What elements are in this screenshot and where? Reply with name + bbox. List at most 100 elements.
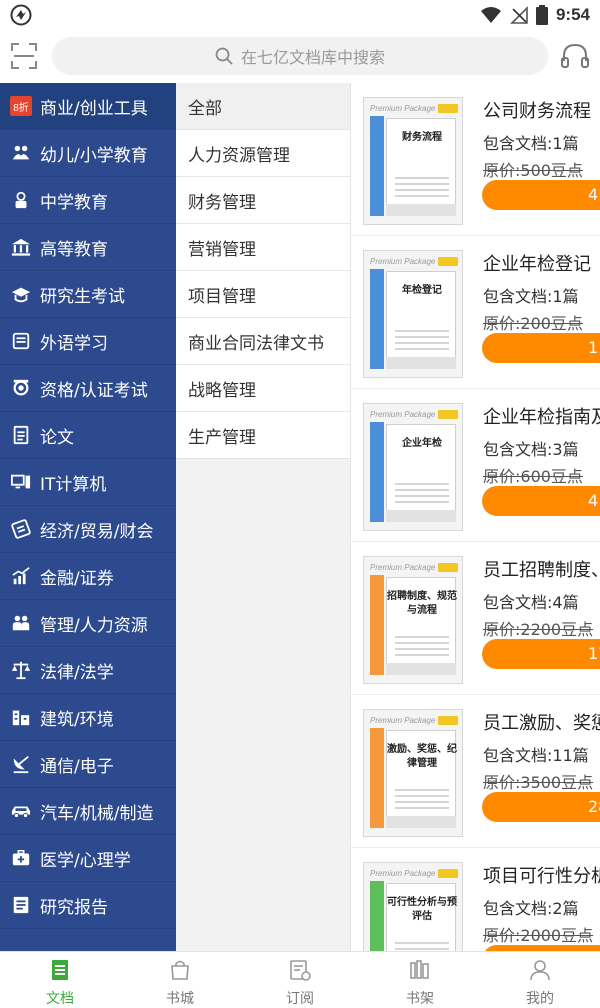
medical-kit-icon	[10, 847, 32, 869]
category-item[interactable]: 通信/电子	[0, 741, 176, 788]
calculator-icon	[10, 518, 32, 540]
category-item[interactable]: 8折 商业/创业工具	[0, 83, 176, 130]
category-item[interactable]: 法律/法学	[0, 647, 176, 694]
product-title[interactable]: 企业年检指南及	[483, 403, 600, 429]
headset-icon[interactable]	[560, 41, 590, 71]
document-count: 包含文档:1篇	[483, 287, 579, 306]
category-item[interactable]: 研究生考试	[0, 271, 176, 318]
cover-lines	[395, 483, 449, 507]
product-cover-image[interactable]: Premium Package 激励、奖惩、纪律管理	[363, 709, 463, 837]
cover-brand: Premium Package	[370, 716, 436, 725]
product-cover-image[interactable]: Premium Package 财务流程	[363, 97, 463, 225]
cover-page: 可行性分析与预评估	[386, 883, 457, 951]
nav-label: 订阅	[286, 991, 314, 1007]
product-card[interactable]: Premium Package 财务流程 公司财务流程 包含文档:1篇 原价:500豆点…	[351, 83, 600, 236]
category-item[interactable]: 资格/认证考试	[0, 365, 176, 412]
category-label: 研究生考试	[40, 286, 125, 307]
buy-button[interactable]: 4	[482, 180, 600, 210]
category-label: 幼儿/小学教育	[40, 145, 148, 166]
product-title[interactable]: 公司财务流程	[483, 97, 591, 123]
bookshelf-icon	[408, 958, 432, 988]
product-card[interactable]: Premium Package 可行性分析与预评估 项目可行性分析 包含文档:2篇 原价…	[351, 848, 600, 951]
category-item[interactable]: 医学/心理学	[0, 835, 176, 882]
product-title[interactable]: 员工激励、奖惩	[483, 709, 600, 735]
nav-label: 文档	[46, 991, 74, 1007]
cover-title: 招聘制度、规范与流程	[387, 591, 457, 616]
cover-brand: Premium Package	[370, 104, 436, 113]
cover-title: 激励、奖惩、纪律管理	[387, 744, 457, 769]
subcategory-item[interactable]: 项目管理	[176, 271, 350, 318]
nav-item[interactable]: 文档	[0, 952, 120, 1008]
product-card[interactable]: Premium Package 年检登记 企业年检登记 包含文档:1篇 原价:200豆点…	[351, 236, 600, 389]
category-label: 研究报告	[40, 897, 108, 918]
category-item[interactable]: 建筑/环境	[0, 694, 176, 741]
status-indicators: 9:54	[480, 3, 590, 27]
nav-item[interactable]: 书架	[360, 952, 480, 1008]
category-label: IT计算机	[40, 474, 107, 495]
category-item[interactable]: 外语学习	[0, 318, 176, 365]
cover-tag	[438, 104, 458, 113]
product-title[interactable]: 项目可行性分析	[483, 862, 600, 888]
cover-brand: Premium Package	[370, 410, 436, 419]
category-item[interactable]: 管理/人力资源	[0, 600, 176, 647]
cover-footer	[386, 204, 456, 216]
search-row: 在七亿文档库中搜索	[0, 30, 600, 82]
cover-footer	[386, 510, 456, 522]
product-cover-image[interactable]: Premium Package 企业年检	[363, 403, 463, 531]
computer-icon	[10, 471, 32, 493]
original-price: 原价:600豆点	[483, 467, 583, 486]
category-item[interactable]: IT计算机	[0, 459, 176, 506]
category-label: 外语学习	[40, 333, 108, 354]
category-item[interactable]: 中学教育	[0, 177, 176, 224]
subcategory-item[interactable]: 商业合同法律文书	[176, 318, 350, 365]
battery-icon	[535, 5, 548, 25]
cover-spine	[370, 881, 384, 951]
nav-item[interactable]: 书城	[120, 952, 240, 1008]
product-card[interactable]: Premium Package 企业年检 企业年检指南及 包含文档:3篇 原价:600豆…	[351, 389, 600, 542]
category-item[interactable]: 高等教育	[0, 224, 176, 271]
subcategory-item[interactable]: 财务管理	[176, 177, 350, 224]
scan-icon[interactable]	[10, 42, 38, 70]
category-item[interactable]: 研究报告	[0, 882, 176, 929]
cover-page: 财务流程	[386, 118, 456, 210]
product-cover-image[interactable]: Premium Package 可行性分析与预评估	[363, 862, 463, 951]
cover-title: 企业年检	[402, 438, 442, 449]
cover-tag	[438, 869, 458, 878]
buy-button[interactable]: 28	[482, 792, 600, 822]
wifi-icon	[480, 7, 501, 23]
category-item[interactable]: 金融/证券	[0, 553, 176, 600]
category-item[interactable]: 经济/贸易/财会	[0, 506, 176, 553]
product-cover-image[interactable]: Premium Package 年检登记	[363, 250, 463, 378]
cover-spine	[370, 116, 384, 216]
cover-brand: Premium Package	[370, 257, 436, 266]
nav-label: 我的	[526, 991, 554, 1007]
product-card[interactable]: Premium Package 激励、奖惩、纪律管理 员工激励、奖惩 包含文档:11篇…	[351, 695, 600, 848]
buy-button[interactable]: 17	[482, 639, 600, 669]
cover-lines	[395, 789, 449, 813]
buy-button[interactable]: 4	[482, 486, 600, 516]
category-label: 高等教育	[40, 239, 108, 260]
subcategory-item[interactable]: 营销管理	[176, 224, 350, 271]
product-cover-image[interactable]: Premium Package 招聘制度、规范与流程	[363, 556, 463, 684]
cover-spine	[370, 422, 384, 522]
category-label: 法律/法学	[40, 662, 114, 683]
category-item[interactable]: 汽车/机械/制造	[0, 788, 176, 835]
document-count: 包含文档:4篇	[483, 593, 579, 612]
nav-item[interactable]: 订阅	[240, 952, 360, 1008]
nav-item[interactable]: 我的	[480, 952, 600, 1008]
product-title[interactable]: 员工招聘制度、	[483, 556, 600, 582]
document-count: 包含文档:1篇	[483, 134, 579, 153]
chart-icon	[10, 565, 32, 587]
product-title[interactable]: 企业年检登记	[483, 250, 591, 276]
subcategory-item[interactable]: 生产管理	[176, 412, 350, 459]
search-input[interactable]: 在七亿文档库中搜索	[52, 37, 548, 75]
app-logo-icon	[10, 4, 32, 26]
product-card[interactable]: Premium Package 招聘制度、规范与流程 员工招聘制度、 包含文档:4篇原…	[351, 542, 600, 695]
category-item[interactable]: 幼儿/小学教育	[0, 130, 176, 177]
sale-badge-icon: 8折	[10, 95, 32, 117]
subcategory-item[interactable]: 人力资源管理	[176, 130, 350, 177]
subcategory-item[interactable]: 战略管理	[176, 365, 350, 412]
category-item[interactable]: 论文	[0, 412, 176, 459]
subcategory-item[interactable]: 全部	[176, 83, 350, 130]
buy-button[interactable]: 1	[482, 333, 600, 363]
